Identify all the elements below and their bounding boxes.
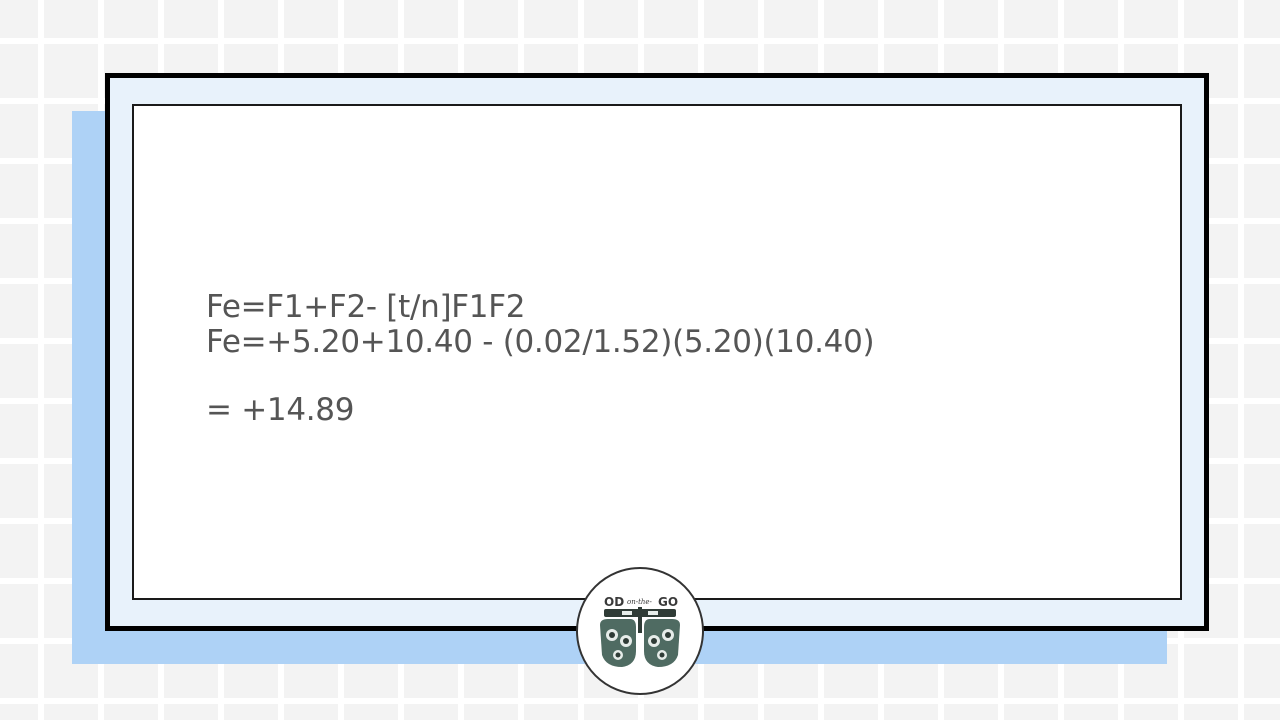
phoropter-icon: OD on-the- GO bbox=[600, 595, 680, 667]
svg-text:GO: GO bbox=[658, 595, 678, 609]
formula-block: Fe=F1+F2- [t/n]F1F2 Fe=+5.20+10.40 - (0.… bbox=[206, 289, 875, 428]
svg-text:on-the-: on-the- bbox=[627, 598, 653, 606]
formula-spacer bbox=[206, 360, 874, 393]
svg-text:OD: OD bbox=[604, 595, 624, 609]
formula-line-substituted: Fe=+5.20+10.40 - (0.02/1.52)(5.20)(10.40… bbox=[206, 324, 875, 360]
od-on-the-go-logo: OD on-the- GO bbox=[576, 567, 704, 695]
formula-result: = +14.89 bbox=[206, 392, 355, 428]
formula-line-general: Fe=F1+F2- [t/n]F1F2 bbox=[206, 289, 526, 325]
